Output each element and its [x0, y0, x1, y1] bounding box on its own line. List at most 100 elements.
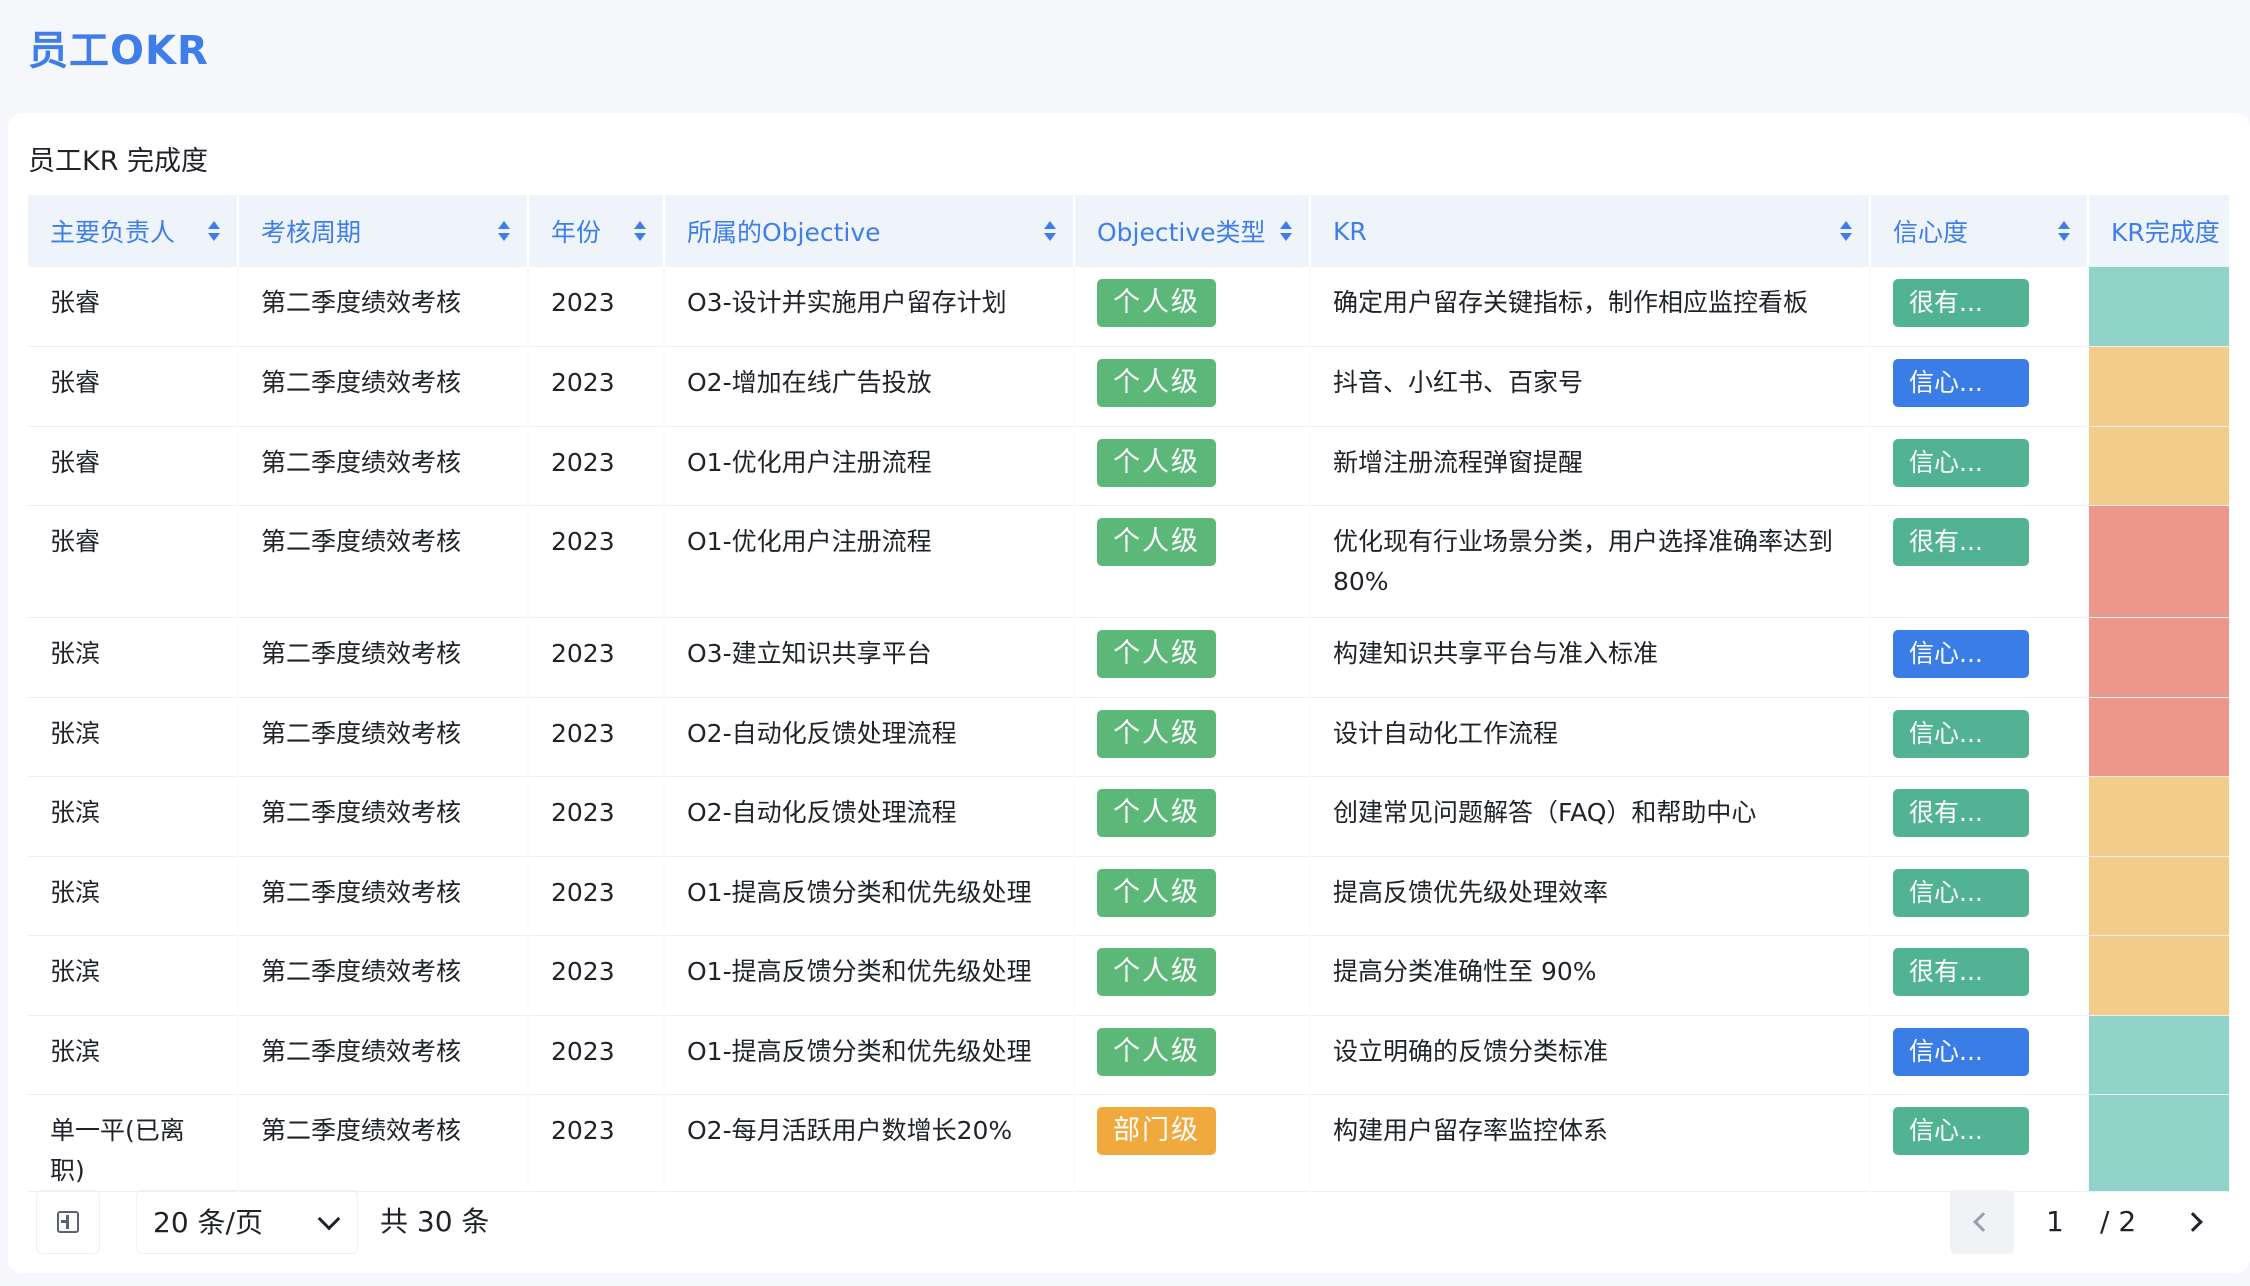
cell-confidence: 信心...: [1870, 1094, 2089, 1192]
cell-kr-progress: [2088, 505, 2230, 618]
cell-owner: 张睿: [28, 426, 239, 506]
cell-objective-type: 个人级: [1074, 776, 1311, 857]
cell-confidence: 很有...: [1870, 505, 2089, 618]
cell-kr: 确定用户留存关键指标，制作相应监控看板: [1310, 267, 1871, 347]
cell-kr: 创建常见问题解答（FAQ）和帮助中心: [1310, 776, 1871, 857]
confidence-badge[interactable]: 信心...: [1893, 1107, 2029, 1155]
next-page-button[interactable]: [2166, 1190, 2230, 1254]
cell-year: 2023: [528, 505, 665, 618]
cell-period: 第二季度绩效考核: [238, 935, 529, 1016]
cell-period: 第二季度绩效考核: [238, 617, 529, 698]
table-footer: 20 条/页 共 30 条 1 / 2: [36, 1190, 2230, 1254]
cell-owner: 张睿: [28, 505, 239, 618]
confidence-badge[interactable]: 很有...: [1893, 948, 2029, 996]
cell-year: 2023: [528, 776, 665, 857]
confidence-badge[interactable]: 信心...: [1893, 359, 2029, 407]
kr-progress-indicator: [2089, 698, 2228, 776]
header-owner[interactable]: 主要负责人: [28, 195, 239, 267]
header-objective-type[interactable]: Objective类型: [1074, 195, 1311, 267]
cell-objective: O3-建立知识共享平台: [664, 617, 1075, 698]
density-toggle-icon: [57, 1211, 79, 1233]
header-label: 主要负责人: [50, 218, 176, 247]
cell-year: 2023: [528, 617, 665, 698]
cell-kr: 构建用户留存率监控体系: [1310, 1094, 1871, 1192]
sort-icon[interactable]: [1043, 219, 1057, 243]
header-label: 年份: [551, 218, 602, 247]
objective-type-tag: 个人级: [1097, 1027, 1216, 1076]
cell-owner: 张滨: [28, 856, 239, 936]
kr-progress-indicator: [2089, 427, 2228, 505]
table-body: 张睿 第二季度绩效考核 2023 O3-设计并实施用户留存计划 个人级 确定用户留存关键指…: [28, 267, 2230, 1192]
table-row[interactable]: 张滨 第二季度绩效考核 2023 O2-自动化反馈处理流程 个人级 设计自动化工作流程 信心…: [28, 697, 2230, 777]
confidence-badge[interactable]: 信心...: [1893, 630, 2029, 678]
prev-page-button[interactable]: [1950, 1190, 2014, 1254]
confidence-badge[interactable]: 信心...: [1893, 709, 2029, 758]
cell-confidence: 信心...: [1870, 856, 2089, 936]
sort-icon[interactable]: [207, 219, 221, 243]
objective-type-tag: 个人级: [1097, 789, 1216, 837]
cell-confidence: 很有...: [1870, 776, 2089, 857]
header-label: Objective类型: [1097, 218, 1266, 247]
cell-kr: 设立明确的反馈分类标准: [1310, 1015, 1871, 1095]
table-row[interactable]: 张睿 第二季度绩效考核 2023 O3-设计并实施用户留存计划 个人级 确定用户留存关键指…: [28, 267, 2230, 347]
cell-owner: 单一平(已离职): [28, 1094, 239, 1192]
cell-confidence: 信心...: [1870, 1015, 2089, 1095]
current-page[interactable]: 1: [2046, 1190, 2064, 1254]
header-objective[interactable]: 所属的Objective: [664, 195, 1075, 267]
kr-progress-indicator: [2089, 618, 2228, 696]
header-confidence[interactable]: 信心度: [1870, 195, 2089, 267]
cell-kr: 新增注册流程弹窗提醒: [1310, 426, 1871, 506]
cell-objective: O1-提高反馈分类和优先级处理: [664, 1015, 1075, 1095]
header-year[interactable]: 年份: [528, 195, 665, 267]
cell-objective: O1-优化用户注册流程: [664, 505, 1075, 618]
kr-progress-indicator: [2089, 777, 2228, 855]
cell-kr: 构建知识共享平台与准入标准: [1310, 617, 1871, 698]
sort-icon[interactable]: [497, 219, 511, 243]
confidence-badge[interactable]: 信心...: [1893, 1027, 2029, 1076]
header-kr-progress[interactable]: KR完成度: [2088, 195, 2230, 267]
cell-owner: 张滨: [28, 935, 239, 1016]
table-row[interactable]: 张滨 第二季度绩效考核 2023 O2-自动化反馈处理流程 个人级 创建常见问题解答（FA…: [28, 776, 2230, 857]
cell-objective-type: 个人级: [1074, 1015, 1311, 1095]
cell-kr-progress: [2088, 776, 2230, 857]
cell-year: 2023: [528, 856, 665, 936]
table-row[interactable]: 张睿 第二季度绩效考核 2023 O1-优化用户注册流程 个人级 优化现有行业场景分类，用…: [28, 505, 2230, 618]
cell-year: 2023: [528, 426, 665, 506]
density-toggle-button[interactable]: [36, 1190, 100, 1254]
kr-completion-card: 员工KR 完成度 主要负责人 考核周期 年份 所属的Objective Objectiv…: [8, 113, 2250, 1273]
cell-kr-progress: [2088, 426, 2230, 506]
confidence-badge[interactable]: 很有...: [1893, 279, 2029, 327]
confidence-badge[interactable]: 很有...: [1893, 518, 2029, 566]
table-row[interactable]: 单一平(已离职) 第二季度绩效考核 2023 O2-每月活跃用户数增长20% 部门级 构建…: [28, 1094, 2230, 1192]
confidence-badge[interactable]: 信心...: [1893, 868, 2029, 917]
sort-icon[interactable]: [633, 219, 647, 243]
objective-type-tag: 个人级: [1097, 868, 1216, 917]
sort-icon[interactable]: [1839, 219, 1853, 243]
sort-icon[interactable]: [1279, 219, 1293, 243]
confidence-badge[interactable]: 信心...: [1893, 438, 2029, 487]
chevron-left-icon: [1973, 1212, 1993, 1232]
table-row[interactable]: 张睿 第二季度绩效考核 2023 O2-增加在线广告投放 个人级 抖音、小红书、百家号 信心…: [28, 346, 2230, 427]
sort-icon[interactable]: [2057, 219, 2071, 243]
confidence-badge[interactable]: 很有...: [1893, 789, 2029, 837]
header-period[interactable]: 考核周期: [238, 195, 529, 267]
table-row[interactable]: 张滨 第二季度绩效考核 2023 O3-建立知识共享平台 个人级 构建知识共享平台与准入标…: [28, 617, 2230, 698]
cell-kr: 抖音、小红书、百家号: [1310, 346, 1871, 427]
table-row[interactable]: 张滨 第二季度绩效考核 2023 O1-提高反馈分类和优先级处理 个人级 提高反馈优先级处…: [28, 856, 2230, 936]
table-row[interactable]: 张滨 第二季度绩效考核 2023 O1-提高反馈分类和优先级处理 个人级 设立明确的反馈分…: [28, 1015, 2230, 1095]
cell-kr-progress: [2088, 697, 2230, 777]
chevron-down-icon: [317, 1207, 341, 1231]
header-kr[interactable]: KR: [1310, 195, 1871, 267]
cell-year: 2023: [528, 267, 665, 347]
cell-objective-type: 个人级: [1074, 346, 1311, 427]
table-row[interactable]: 张滨 第二季度绩效考核 2023 O1-提高反馈分类和优先级处理 个人级 提高分类准确性至…: [28, 935, 2230, 1016]
table-row[interactable]: 张睿 第二季度绩效考核 2023 O1-优化用户注册流程 个人级 新增注册流程弹窗提醒 信心…: [28, 426, 2230, 506]
total-count: 共 30 条: [380, 1205, 490, 1238]
objective-type-tag: 个人级: [1097, 438, 1216, 487]
cell-confidence: 信心...: [1870, 697, 2089, 777]
cell-period: 第二季度绩效考核: [238, 505, 529, 618]
objective-type-tag: 个人级: [1097, 630, 1216, 678]
cell-owner: 张睿: [28, 346, 239, 427]
page-size-select[interactable]: 20 条/页: [136, 1190, 358, 1254]
cell-period: 第二季度绩效考核: [238, 697, 529, 777]
